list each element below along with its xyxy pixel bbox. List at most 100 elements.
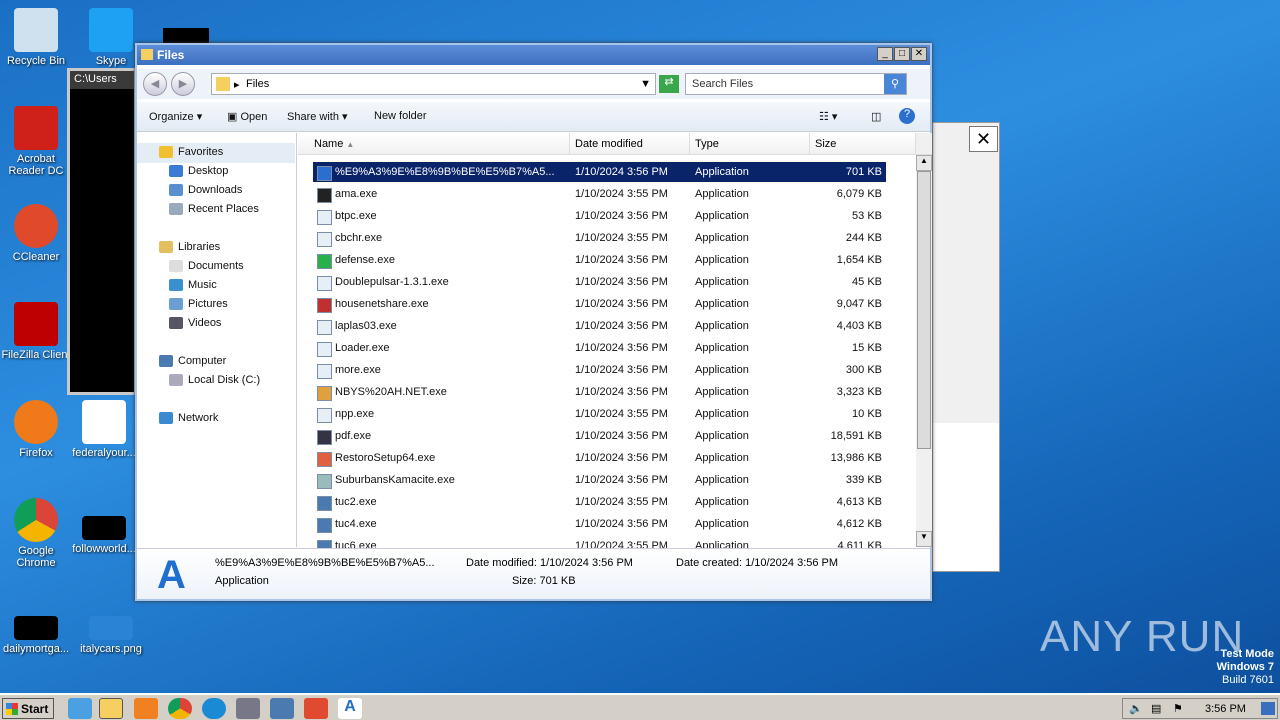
file-row[interactable]: tuc4.exe 1/10/2024 3:56 PM Application 4… — [313, 514, 886, 534]
videos-icon — [169, 317, 183, 329]
show-desktop-icon[interactable] — [1261, 702, 1275, 715]
file-row[interactable]: more.exe 1/10/2024 3:56 PM Application 3… — [313, 360, 886, 380]
file-type: Application — [695, 166, 749, 178]
nav-desktop[interactable]: Desktop — [169, 165, 228, 177]
chevron-down-icon[interactable]: ▼ — [640, 78, 651, 90]
minimize-button[interactable]: _ — [877, 47, 893, 61]
file-size: 53 KB — [852, 210, 882, 222]
new-folder-button[interactable]: New folder — [374, 110, 427, 122]
taskbar-explorer-icon[interactable] — [99, 698, 123, 719]
nav-downloads[interactable]: Downloads — [169, 184, 242, 196]
pictures-icon — [169, 298, 183, 310]
file-row[interactable]: housenetshare.exe 1/10/2024 3:56 PM Appl… — [313, 294, 886, 314]
flag-icon[interactable]: ⚑ — [1173, 702, 1183, 715]
desktop-icon-followworld[interactable]: followworld... — [68, 516, 140, 555]
desktop-icon-filezilla[interactable]: FileZilla Client — [0, 302, 72, 361]
file-size: 4,612 KB — [836, 518, 882, 530]
breadcrumb[interactable]: Files — [246, 78, 269, 90]
share-with-button[interactable]: Share with ▾ — [287, 110, 348, 123]
desktop-icon-ccleaner[interactable]: CCleaner — [0, 204, 72, 263]
file-row[interactable]: Doublepulsar-1.3.1.exe 1/10/2024 3:56 PM… — [313, 272, 886, 292]
desktop-icon-recycle-bin[interactable]: Recycle Bin — [0, 8, 72, 67]
taskbar-chrome-icon[interactable] — [168, 698, 192, 719]
search-icon[interactable]: ⚲ — [884, 74, 906, 94]
taskbar-installer-icon[interactable] — [270, 698, 294, 719]
scroll-down-button[interactable]: ▼ — [916, 531, 932, 547]
file-row[interactable]: RestoroSetup64.exe 1/10/2024 3:56 PM App… — [313, 448, 886, 468]
file-row[interactable]: defense.exe 1/10/2024 3:56 PM Applicatio… — [313, 250, 886, 270]
file-row[interactable]: tuc2.exe 1/10/2024 3:55 PM Application 4… — [313, 492, 886, 512]
taskbar-edge-icon[interactable] — [202, 698, 226, 719]
nav-videos[interactable]: Videos — [169, 317, 221, 329]
address-input[interactable]: ▸ Files ▼ — [211, 73, 656, 95]
console-window[interactable]: C:\Users — [67, 68, 137, 395]
nav-music[interactable]: Music — [169, 279, 217, 291]
taskbar-restoro-icon[interactable] — [304, 698, 328, 719]
column-header-date[interactable]: Date modified — [570, 133, 690, 155]
desktop-icon-acrobat[interactable]: Acrobat Reader DC — [0, 106, 72, 177]
file-row[interactable]: ama.exe 1/10/2024 3:55 PM Application 6,… — [313, 184, 886, 204]
nav-computer[interactable]: Computer — [159, 355, 226, 367]
nav-documents[interactable]: Documents — [169, 260, 244, 272]
file-date: 1/10/2024 3:56 PM — [575, 452, 668, 464]
nav-network[interactable]: Network — [159, 412, 218, 424]
column-header-name[interactable]: Name ▲ — [298, 133, 570, 155]
icon-label: Google Chrome — [16, 545, 56, 569]
background-dialog[interactable]: ✕ — [932, 122, 1000, 572]
breadcrumb-chevron-icon[interactable]: ▸ — [234, 78, 240, 91]
file-row[interactable]: tuc6.exe 1/10/2024 3:55 PM Application 4… — [313, 536, 886, 548]
back-button[interactable]: ◀ — [143, 72, 167, 96]
close-icon[interactable]: ✕ — [969, 126, 998, 152]
network-tray-icon[interactable]: ▤ — [1151, 702, 1161, 715]
organize-button[interactable]: Organize ▾ — [149, 110, 202, 123]
nav-favorites[interactable]: Favorites — [159, 146, 223, 158]
help-icon[interactable]: ? — [899, 108, 915, 124]
file-row[interactable]: npp.exe 1/10/2024 3:55 PM Application 10… — [313, 404, 886, 424]
column-header-size[interactable]: Size — [810, 133, 916, 155]
file-row[interactable]: %E9%A3%9E%E8%9B%BE%E5%B7%A5... 1/10/2024… — [312, 161, 887, 183]
music-icon — [169, 279, 183, 291]
volume-icon[interactable]: 🔈 — [1129, 702, 1143, 715]
file-date: 1/10/2024 3:56 PM — [575, 474, 668, 486]
preview-pane-icon[interactable]: ◫ — [871, 110, 881, 123]
file-row[interactable]: laplas03.exe 1/10/2024 3:56 PM Applicati… — [313, 316, 886, 336]
taskbar-media-player-icon[interactable] — [134, 698, 158, 719]
file-row[interactable]: pdf.exe 1/10/2024 3:56 PM Application 18… — [313, 426, 886, 446]
file-row[interactable]: NBYS%20AH.NET.exe 1/10/2024 3:56 PM Appl… — [313, 382, 886, 402]
maximize-button[interactable]: □ — [894, 47, 910, 61]
refresh-button[interactable]: ⇄ — [659, 75, 679, 93]
nav-pictures[interactable]: Pictures — [169, 298, 228, 310]
nav-local-disk[interactable]: Local Disk (C:) — [169, 374, 260, 386]
windows-logo-icon — [6, 703, 18, 715]
close-button[interactable]: ✕ — [911, 47, 927, 61]
taskbar-ie-icon[interactable] — [68, 698, 92, 719]
clock[interactable]: 3:56 PM — [1205, 703, 1246, 715]
desktop-icon-chrome[interactable]: Google Chrome — [0, 498, 72, 569]
forward-button[interactable]: ▶ — [171, 72, 195, 96]
column-header-type[interactable]: Type — [690, 133, 810, 155]
file-row[interactable]: btpc.exe 1/10/2024 3:56 PM Application 5… — [313, 206, 886, 226]
file-size: 9,047 KB — [836, 298, 882, 310]
nav-recent-places[interactable]: Recent Places — [169, 203, 259, 215]
taskbar-app-icon[interactable] — [236, 698, 260, 719]
desktop-icon-dailymortga[interactable]: dailymortga... — [0, 616, 72, 655]
file-name: cbchr.exe — [335, 232, 383, 244]
desktop-icon-word-doc[interactable]: federalyour... — [68, 400, 140, 459]
exe-file-icon — [317, 474, 332, 489]
start-button[interactable]: Start — [2, 698, 54, 719]
open-button[interactable]: ▣ Open — [227, 110, 267, 123]
view-options-icon[interactable]: ☷ ▾ — [819, 110, 837, 123]
nav-libraries[interactable]: Libraries — [159, 241, 220, 253]
vertical-scrollbar[interactable]: ▲ ▼ — [916, 133, 932, 547]
file-name: NBYS%20AH.NET.exe — [335, 386, 447, 398]
search-input[interactable]: Search Files ⚲ — [685, 73, 907, 95]
desktop-icon-italycars[interactable]: italycars.png — [75, 616, 147, 655]
taskbar-a-app-icon[interactable]: A — [338, 698, 362, 719]
file-row[interactable]: Loader.exe 1/10/2024 3:56 PM Application… — [313, 338, 886, 358]
scroll-up-button[interactable]: ▲ — [916, 155, 932, 171]
scroll-thumb[interactable] — [917, 171, 931, 449]
file-row[interactable]: cbchr.exe 1/10/2024 3:55 PM Application … — [313, 228, 886, 248]
desktop-icon-firefox[interactable]: Firefox — [0, 400, 72, 459]
file-row[interactable]: SuburbansKamacite.exe 1/10/2024 3:56 PM … — [313, 470, 886, 490]
file-date: 1/10/2024 3:56 PM — [575, 364, 668, 376]
